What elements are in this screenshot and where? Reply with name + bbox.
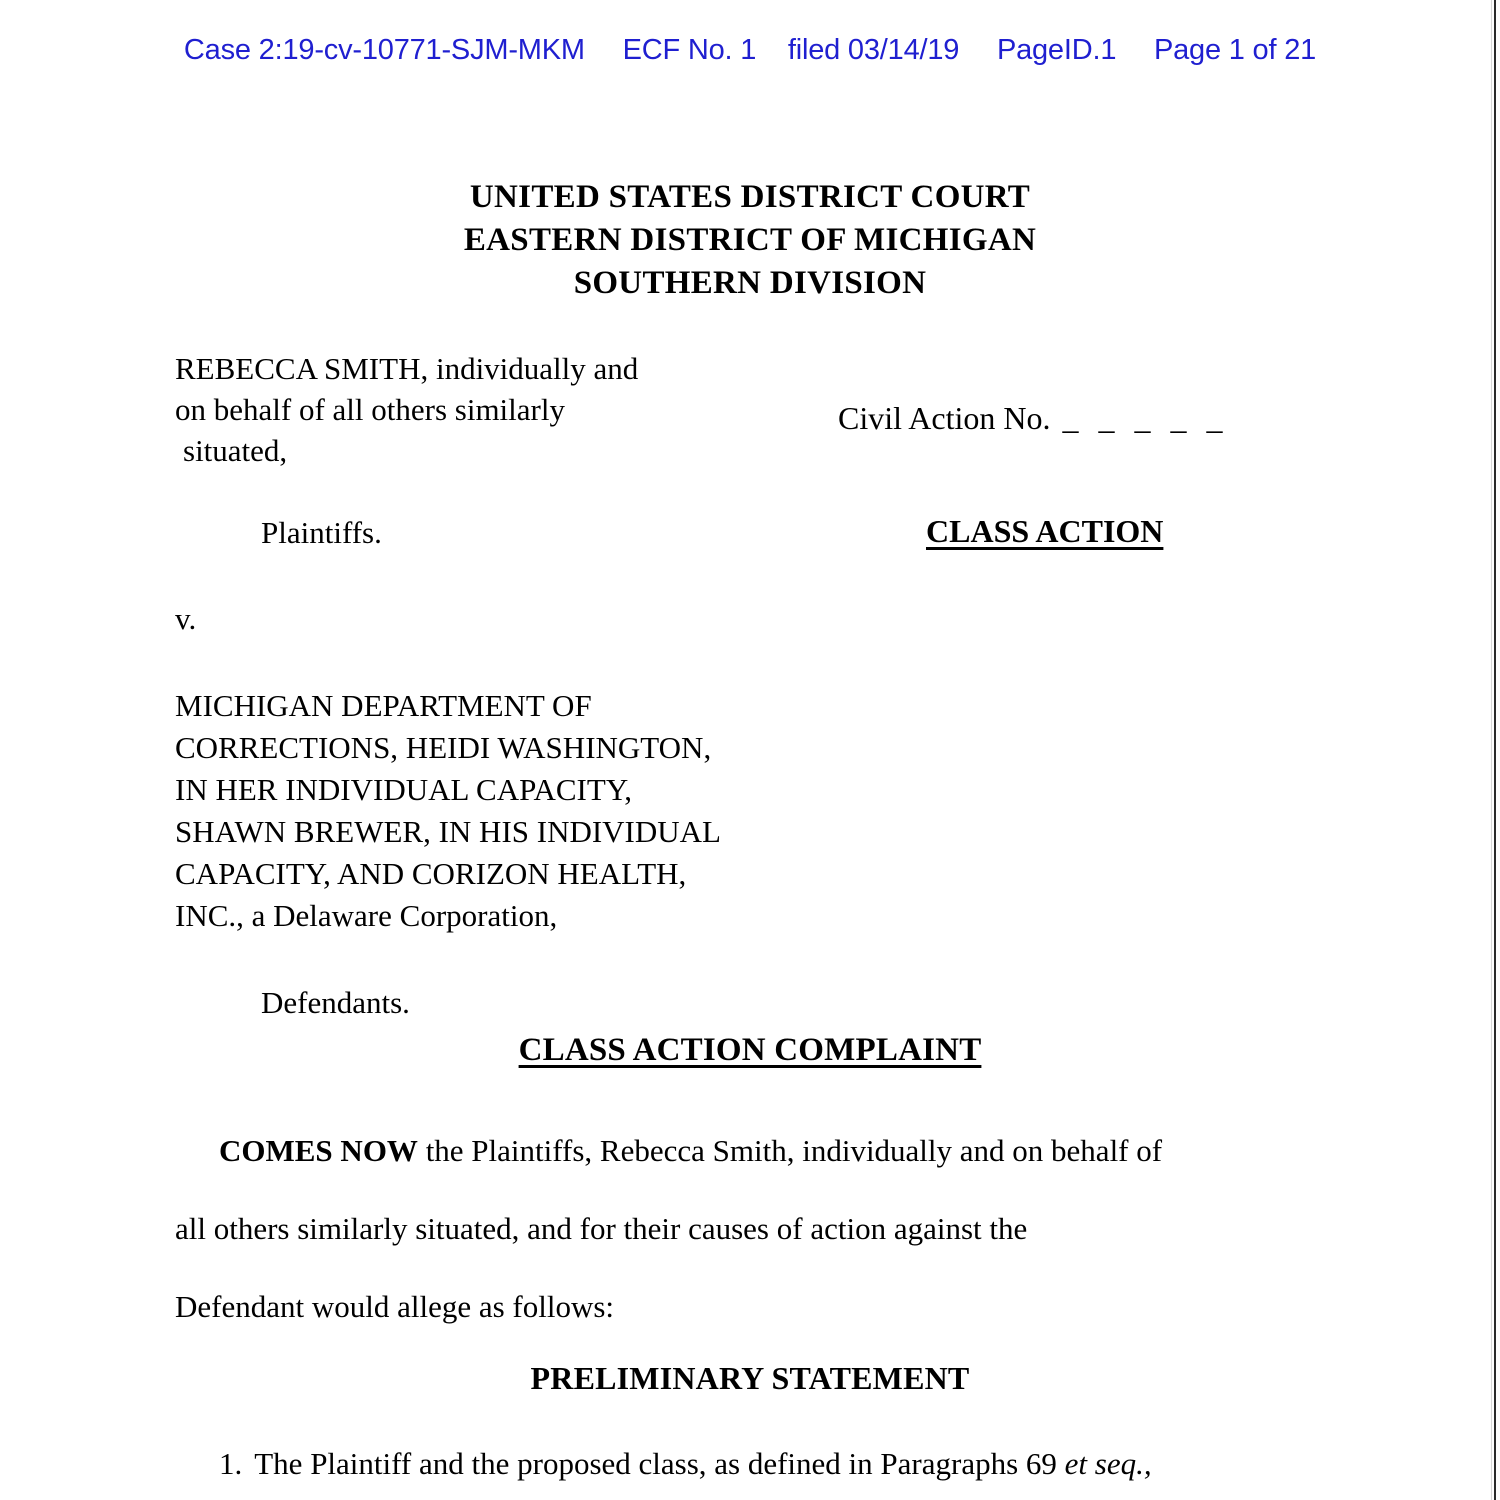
versus-label: v. [175, 601, 197, 636]
ecf-page-id: PageID.1 [996, 34, 1117, 66]
paragraph-1-text: The Plaintiff and the proposed class, as… [254, 1446, 1065, 1481]
ecf-page-count: Page 1 of 21 [1153, 34, 1317, 66]
civil-action-blank-field: _ _ _ _ _ [1062, 400, 1229, 436]
court-heading: UNITED STATES DISTRICT COURT EASTERN DIS… [0, 176, 1500, 305]
comes-now-emphasis: COMES NOW [219, 1133, 418, 1168]
paragraph-1: 1. The Plaintiff and the proposed class, … [175, 1446, 1395, 1482]
plaintiff-role-label: Plaintiffs. [261, 515, 382, 550]
paragraph-number: 1. [219, 1446, 243, 1481]
civil-action-label: Civil Action No. [838, 400, 1051, 436]
plaintiff-line-1: REBECCA SMITH, individually and [175, 351, 639, 386]
preliminary-statement-heading: PRELIMINARY STATEMENT [530, 1360, 970, 1396]
paragraph-1-italic-cite: et seq., [1064, 1446, 1152, 1481]
defendant-block: MICHIGAN DEPARTMENT OF CORRECTIONS, HEID… [175, 685, 855, 937]
court-name-line: UNITED STATES DISTRICT COURT [469, 179, 1031, 215]
defendant-line-1: MICHIGAN DEPARTMENT OF [175, 688, 592, 723]
defendant-line-6: INC., a Delaware Corporation, [175, 898, 558, 933]
class-action-badge: CLASS ACTION [926, 513, 1164, 549]
defendant-line-2: CORRECTIONS, HEIDI WASHINGTON, [175, 730, 712, 765]
page-edge-line [1494, 0, 1496, 1500]
caption-parties-column: REBECCA SMITH, individually and on behal… [175, 348, 855, 1021]
plaintiff-block: REBECCA SMITH, individually and on behal… [175, 348, 855, 471]
document-page: Case 2:19-cv-10771-SJM-MKM ECF No. 1 fil… [0, 0, 1500, 1500]
court-district-line: EASTERN DISTRICT OF MICHIGAN [463, 222, 1037, 258]
page-edge-shadow [1491, 0, 1492, 1500]
plaintiff-line-2: on behalf of all others similarly [175, 392, 565, 427]
ecf-case-number: Case 2:19-cv-10771-SJM-MKM [183, 34, 585, 66]
plaintiff-line-3: situated, [183, 433, 288, 468]
civil-action-number-line: Civil Action No. _ _ _ _ _ [838, 400, 1438, 437]
intro-line-3: Defendant would allege as follows: [175, 1289, 615, 1324]
case-caption: REBECCA SMITH, individually and on behal… [0, 348, 1500, 1020]
ecf-filed-date: filed 03/14/19 [787, 34, 960, 66]
intro-line-2: all others similarly situated, and for t… [175, 1211, 1028, 1246]
court-division-line: SOUTHERN DIVISION [573, 265, 927, 301]
ecf-filing-header: Case 2:19-cv-10771-SJM-MKM ECF No. 1 fil… [0, 34, 1500, 67]
ecf-document-number: ECF No. 1 [622, 34, 757, 66]
complaint-title: CLASS ACTION COMPLAINT [518, 1032, 982, 1068]
intro-line-1-rest: the Plaintiffs, Rebecca Smith, individua… [417, 1133, 1163, 1168]
defendant-line-4: SHAWN BREWER, IN HIS INDIVIDUAL [175, 814, 721, 849]
defendant-line-3: IN HER INDIVIDUAL CAPACITY, [175, 772, 632, 807]
intro-line-1: COMES NOW the Plaintiffs, Rebecca Smith,… [175, 1112, 1355, 1190]
defendant-role-label: Defendants. [261, 985, 410, 1020]
caption-docket-column: Civil Action No. _ _ _ _ _ CLASS ACTION [838, 400, 1438, 550]
complaint-intro-paragraph: COMES NOW the Plaintiffs, Rebecca Smith,… [175, 1112, 1355, 1346]
defendant-line-5: CAPACITY, AND CORIZON HEALTH, [175, 856, 687, 891]
